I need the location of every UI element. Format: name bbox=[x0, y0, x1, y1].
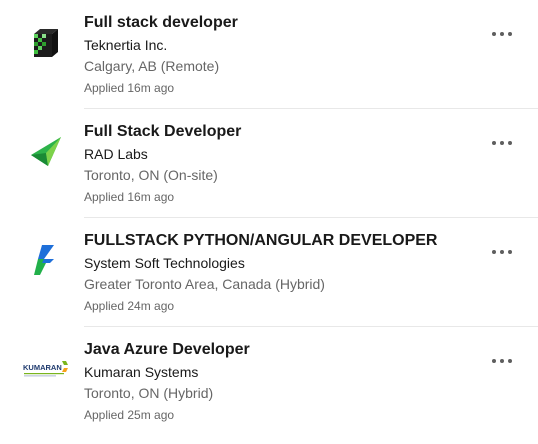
more-options-button[interactable] bbox=[488, 349, 516, 373]
more-options-button[interactable] bbox=[488, 22, 516, 46]
job-title[interactable]: Full Stack Developer bbox=[84, 121, 478, 143]
more-horizontal-icon bbox=[492, 250, 512, 254]
job-title[interactable]: Full stack developer bbox=[84, 12, 478, 34]
rad-labs-logo-icon[interactable] bbox=[22, 127, 70, 175]
more-options-button[interactable] bbox=[488, 131, 516, 155]
kumaran-logo-text: KUMARAN bbox=[23, 363, 62, 372]
job-list-item[interactable]: KUMARAN Java Azure Developer Kumaran Sys… bbox=[0, 327, 538, 436]
job-location: Toronto, ON (On-site) bbox=[84, 167, 218, 183]
more-horizontal-icon bbox=[492, 141, 512, 145]
applied-time: Applied 25m ago bbox=[84, 408, 175, 422]
job-location: Greater Toronto Area, Canada (Hybrid) bbox=[84, 276, 325, 292]
kumaran-logo-icon[interactable]: KUMARAN bbox=[22, 345, 70, 393]
more-horizontal-icon bbox=[492, 359, 512, 363]
applied-time: Applied 24m ago bbox=[84, 299, 175, 313]
job-title[interactable]: FULLSTACK PYTHON/ANGULAR DEVELOPER bbox=[84, 230, 478, 252]
company-name: System Soft Technologies bbox=[84, 255, 245, 271]
job-title[interactable]: Java Azure Developer bbox=[84, 339, 478, 361]
job-location: Calgary, AB (Remote) bbox=[84, 58, 220, 74]
company-name: RAD Labs bbox=[84, 146, 148, 162]
system-soft-logo-icon[interactable] bbox=[22, 236, 70, 284]
more-options-button[interactable] bbox=[488, 240, 516, 264]
job-list-item[interactable]: FULLSTACK PYTHON/ANGULAR DEVELOPER Syste… bbox=[0, 218, 538, 327]
job-location: Toronto, ON (Hybrid) bbox=[84, 385, 214, 401]
teknertia-logo-icon[interactable] bbox=[22, 18, 70, 66]
applied-jobs-list: Full stack developer Teknertia Inc. Calg… bbox=[0, 0, 538, 436]
more-horizontal-icon bbox=[492, 32, 512, 36]
company-name: Kumaran Systems bbox=[84, 364, 199, 380]
job-list-item[interactable]: Full stack developer Teknertia Inc. Calg… bbox=[0, 0, 538, 109]
job-info: Java Azure Developer Kumaran Systems Tor… bbox=[84, 339, 478, 423]
job-info: Full Stack Developer RAD Labs Toronto, O… bbox=[84, 121, 478, 205]
applied-time: Applied 16m ago bbox=[84, 81, 175, 95]
job-info: FULLSTACK PYTHON/ANGULAR DEVELOPER Syste… bbox=[84, 230, 478, 314]
applied-time: Applied 16m ago bbox=[84, 190, 175, 204]
job-info: Full stack developer Teknertia Inc. Calg… bbox=[84, 12, 478, 96]
company-name: Teknertia Inc. bbox=[84, 37, 168, 53]
job-list-item[interactable]: Full Stack Developer RAD Labs Toronto, O… bbox=[0, 109, 538, 218]
